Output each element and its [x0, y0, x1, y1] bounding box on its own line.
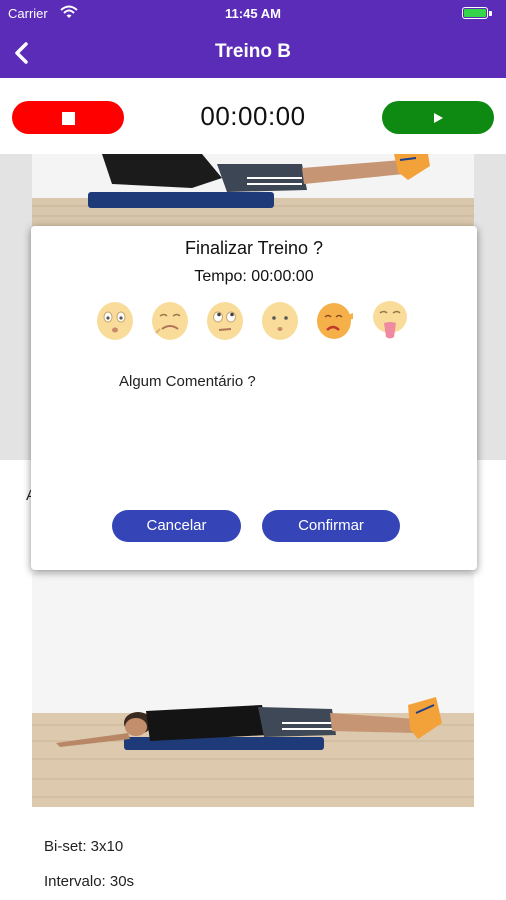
confirm-button[interactable]: Confirmar	[262, 510, 400, 542]
bi-set-info: Bi-set: 3x10	[44, 838, 124, 855]
exercise-photo	[32, 573, 474, 807]
navigation-bar: Treino B	[0, 28, 506, 78]
finish-workout-dialog: Finalizar Treino ? Tempo: 00:00:00 Algum…	[31, 226, 477, 570]
status-time: 11:45 AM	[225, 6, 281, 21]
timer-row: 00:00:00	[0, 78, 506, 154]
sad-pointing-face-icon[interactable]	[315, 299, 355, 341]
rolling-eyes-face-icon[interactable]	[205, 299, 245, 341]
vomiting-face-icon[interactable]	[370, 299, 410, 341]
sleepy-face-icon[interactable]	[95, 299, 135, 341]
page-title: Treino B	[214, 41, 291, 62]
worried-face-icon[interactable]	[260, 299, 300, 341]
dialog-title: Finalizar Treino ?	[184, 238, 324, 258]
play-button[interactable]	[382, 101, 494, 134]
dialog-time: Tempo: 00:00:00	[194, 268, 314, 285]
comment-field[interactable]: Algum Comentário ?	[119, 373, 256, 390]
battery-icon	[462, 7, 488, 19]
exercise-photo-top	[32, 154, 474, 226]
battery-tip	[489, 11, 492, 16]
status-bar: Carrier 11:45 AM	[0, 0, 506, 28]
emoji-rating	[95, 299, 415, 343]
dizzy-face-icon[interactable]	[150, 299, 190, 341]
play-icon	[434, 112, 443, 123]
interval-info: Intervalo: 30s	[44, 873, 135, 890]
cancel-button[interactable]: Cancelar	[112, 510, 241, 542]
